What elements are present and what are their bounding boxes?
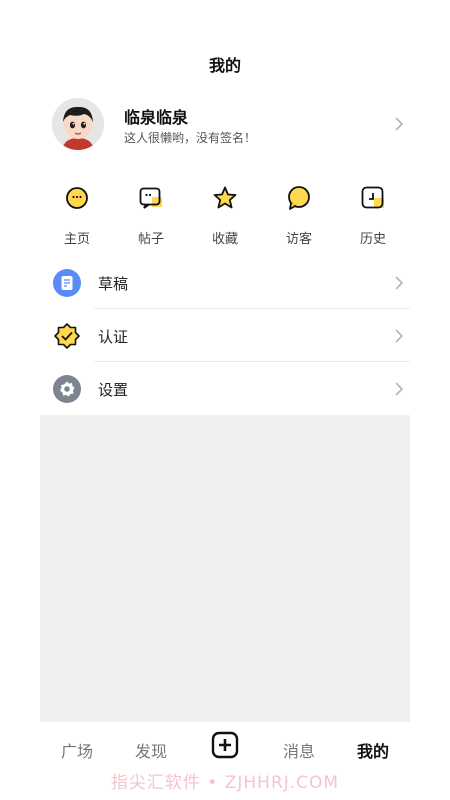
tab-messages[interactable]: 消息: [262, 738, 336, 762]
shortcut-label: 帖子: [137, 232, 164, 247]
posts-chat-icon: [139, 187, 162, 209]
shortcut-visitors[interactable]: 访客: [262, 184, 336, 247]
watermark: 指尖汇软件 • ZJHHRJ.COM: [110, 773, 340, 793]
certification-badge-icon: [54, 323, 80, 349]
menu-item-label: 认证: [98, 328, 129, 346]
menu-item-certification[interactable]: 认证: [40, 309, 410, 362]
avatar[interactable]: [52, 98, 104, 150]
bottom-tab-bar: 广场 发现 消息 我的: [40, 721, 410, 772]
profile-card[interactable]: 临泉临泉 这人很懒哟，没有签名！: [52, 98, 410, 154]
home-face-icon: [66, 187, 88, 209]
chevron-right-icon: [395, 382, 404, 396]
chevron-right-icon: [395, 276, 404, 290]
draft-icon: [53, 269, 81, 297]
history-icon: [361, 186, 384, 209]
tab-square[interactable]: 广场: [40, 738, 114, 762]
tab-discover[interactable]: 发现: [114, 738, 188, 762]
chevron-right-icon: [395, 117, 404, 131]
visitor-bubble-icon: [288, 186, 310, 210]
settings-gear-icon: [53, 375, 81, 403]
shortcut-label: 历史: [359, 232, 386, 247]
page-title: 我的: [208, 56, 241, 75]
shortcut-label: 主页: [63, 232, 90, 247]
profile-name: 临泉临泉: [124, 108, 189, 127]
shortcut-home[interactable]: 主页: [40, 184, 114, 247]
shortcut-label: 收藏: [211, 232, 238, 247]
menu-item-label: 草稿: [98, 275, 129, 293]
shortcut-history[interactable]: 历史: [336, 184, 410, 247]
shortcut-favorites[interactable]: 收藏: [188, 184, 262, 247]
settings-menu: 草稿 认证 设置: [40, 256, 410, 415]
menu-item-drafts[interactable]: 草稿: [40, 256, 410, 309]
tab-mine[interactable]: 我的: [336, 738, 410, 762]
profile-signature: 这人很懒哟，没有签名！: [124, 131, 257, 145]
shortcut-label: 访客: [285, 232, 312, 247]
shortcut-row: 主页 帖子 收藏 访客 历史: [40, 184, 410, 248]
menu-item-settings[interactable]: 设置: [40, 362, 410, 415]
add-post-icon[interactable]: [211, 731, 239, 759]
favorite-star-icon: [213, 186, 237, 209]
chevron-right-icon: [395, 329, 404, 343]
menu-item-label: 设置: [98, 381, 129, 399]
content-area: [40, 415, 410, 721]
shortcut-posts[interactable]: 帖子: [114, 184, 188, 247]
